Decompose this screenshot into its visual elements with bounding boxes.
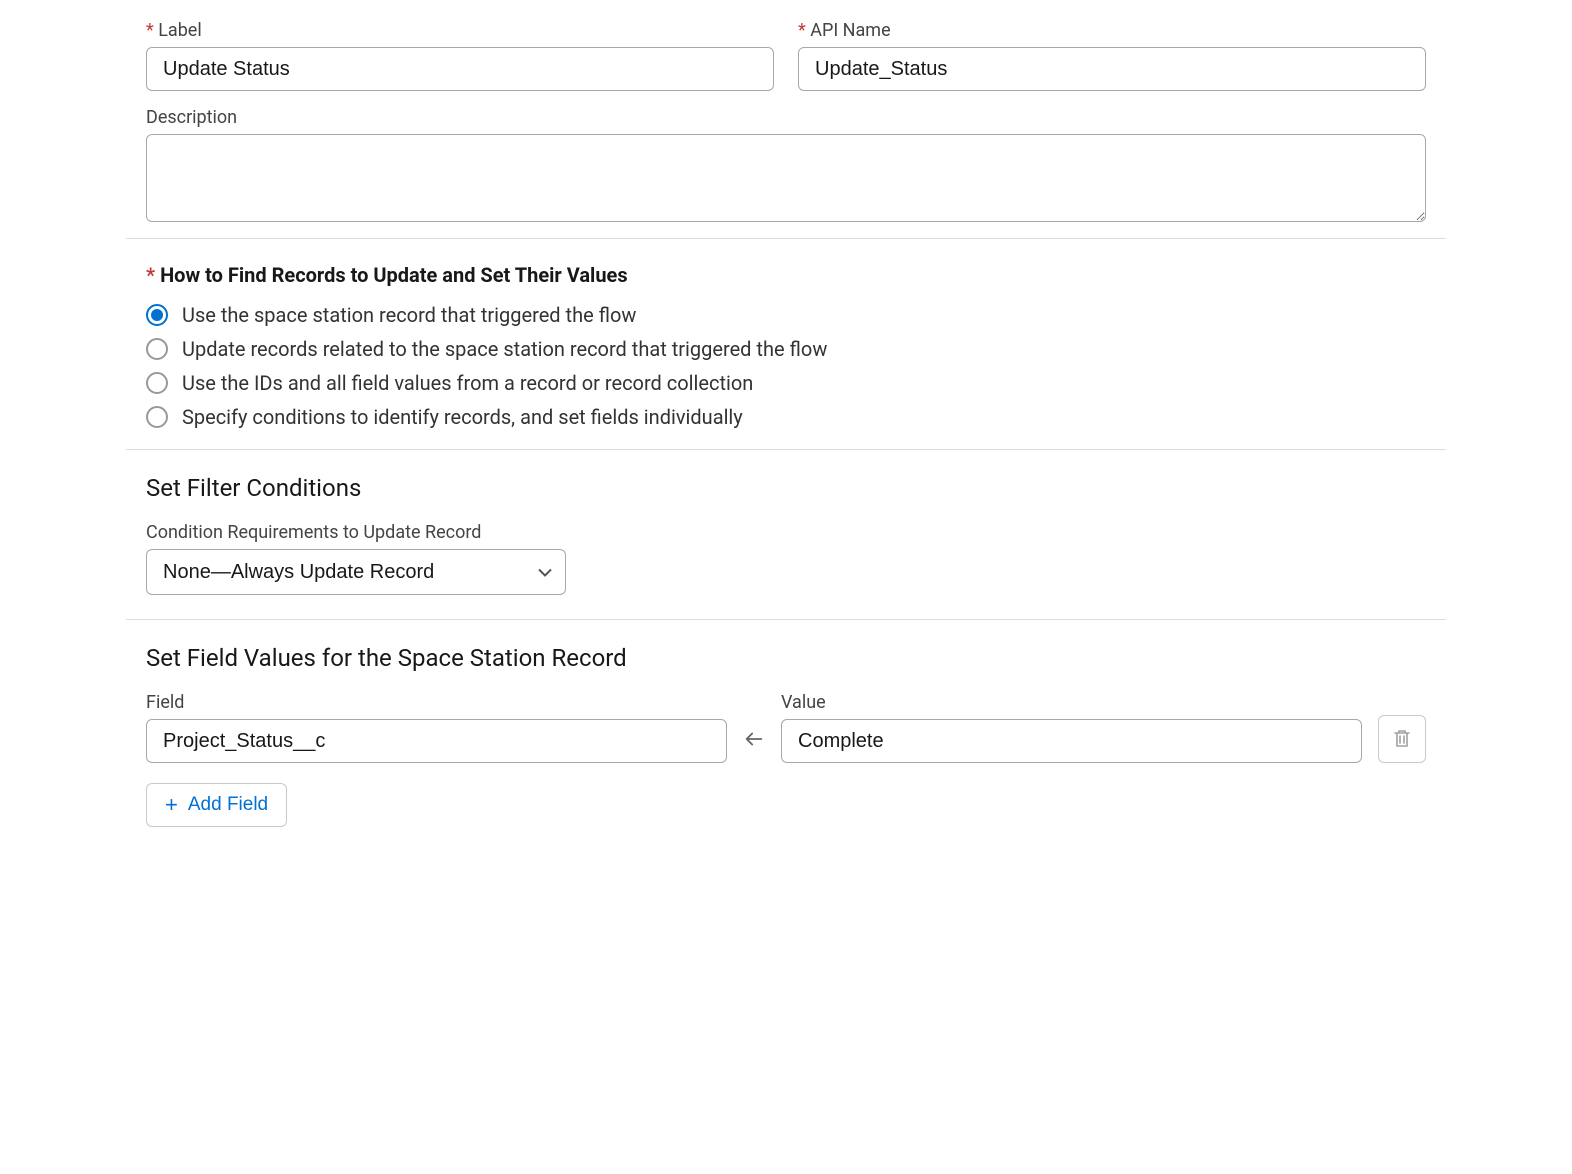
field-value-rows: Field Value bbox=[146, 692, 1426, 763]
label-apiname-row: Label API Name bbox=[146, 20, 1426, 91]
radio-label: Specify conditions to identify records, … bbox=[182, 405, 743, 429]
divider bbox=[126, 619, 1446, 620]
apiname-input[interactable] bbox=[798, 47, 1426, 91]
plus-icon: + bbox=[165, 794, 178, 816]
radio-option-3[interactable]: Specify conditions to identify records, … bbox=[146, 405, 1426, 429]
description-field-group: Description bbox=[146, 107, 1426, 222]
apiname-field-label: API Name bbox=[798, 20, 1426, 41]
radio-icon bbox=[146, 406, 168, 428]
radio-icon bbox=[146, 372, 168, 394]
apiname-field-group: API Name bbox=[798, 20, 1426, 91]
how-to-find-heading: How to Find Records to Update and Set Th… bbox=[146, 263, 1426, 287]
add-field-button-label: Add Field bbox=[188, 794, 268, 816]
field-value-input[interactable] bbox=[781, 719, 1362, 763]
radio-option-0[interactable]: Use the space station record that trigge… bbox=[146, 303, 1426, 327]
radio-option-1[interactable]: Update records related to the space stat… bbox=[146, 337, 1426, 361]
radio-label: Use the space station record that trigge… bbox=[182, 303, 636, 327]
update-records-form: Label API Name Description How to Find R… bbox=[146, 20, 1426, 827]
field-column-label: Field bbox=[146, 692, 727, 713]
condition-requirements-select[interactable]: None—Always Update Record bbox=[146, 549, 566, 595]
trash-icon bbox=[1393, 728, 1411, 751]
field-name-input[interactable] bbox=[146, 719, 727, 763]
label-field-label: Label bbox=[146, 20, 774, 41]
label-field-group: Label bbox=[146, 20, 774, 91]
radio-label: Update records related to the space stat… bbox=[182, 337, 827, 361]
filter-section-title: Set Filter Conditions bbox=[146, 474, 1426, 502]
delete-row-button[interactable] bbox=[1378, 715, 1426, 763]
radio-icon bbox=[146, 338, 168, 360]
condition-requirements-label: Condition Requirements to Update Record bbox=[146, 522, 1426, 543]
description-field-label: Description bbox=[146, 107, 1426, 128]
add-field-button[interactable]: + Add Field bbox=[146, 783, 287, 827]
radio-option-2[interactable]: Use the IDs and all field values from a … bbox=[146, 371, 1426, 395]
divider bbox=[126, 449, 1446, 450]
arrow-left-icon bbox=[743, 715, 765, 763]
condition-requirements-select-wrapper: None—Always Update Record bbox=[146, 549, 566, 595]
divider bbox=[126, 238, 1446, 239]
field-value-row: Field Value bbox=[146, 692, 1426, 763]
description-textarea[interactable] bbox=[146, 134, 1426, 222]
radio-icon bbox=[146, 304, 168, 326]
label-input[interactable] bbox=[146, 47, 774, 91]
value-column-label: Value bbox=[781, 692, 1362, 713]
field-values-section-title: Set Field Values for the Space Station R… bbox=[146, 644, 1426, 672]
radio-label: Use the IDs and all field values from a … bbox=[182, 371, 753, 395]
how-to-find-radio-group: Use the space station record that trigge… bbox=[146, 303, 1426, 429]
